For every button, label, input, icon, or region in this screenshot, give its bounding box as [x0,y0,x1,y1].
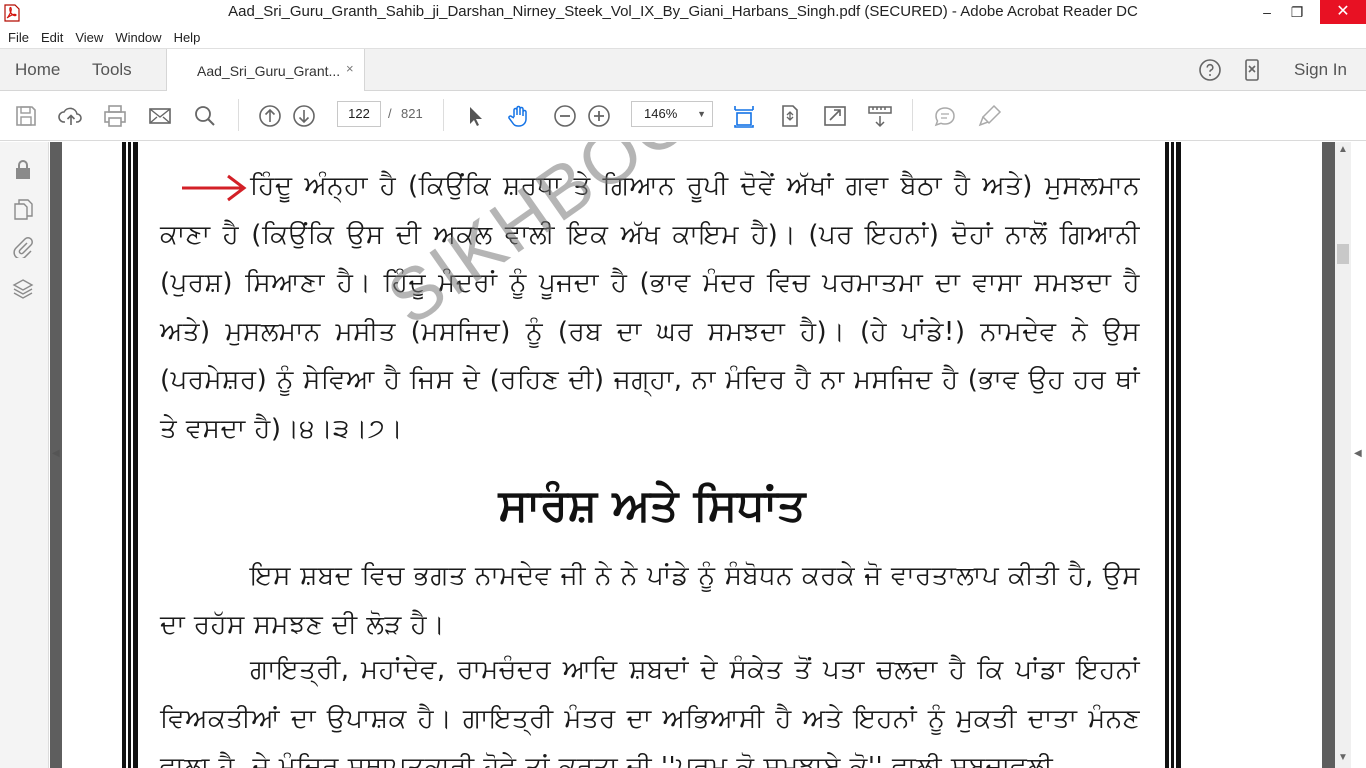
chevron-down-icon: ▼ [697,109,706,119]
lock-icon[interactable] [12,158,34,180]
paragraph-2: ਇਸ ਸ਼ਬਦ ਵਿਚ ਭਗਤ ਨਾਮਦੇਵ ਜੀ ਨੇ ਨੇ ਪਾਂਡੇ ਨੂ… [160,561,1140,640]
menu-edit[interactable]: Edit [35,30,69,45]
tab-document[interactable]: Aad_Sri_Guru_Grant... × [166,49,365,92]
full-screen-icon[interactable] [822,103,848,129]
section-heading: ਸਾਰੰਸ਼ ਅਤੇ ਸਿਧਾਂਤ [498,480,806,531]
expand-right-panel-icon[interactable]: ◀ [1354,448,1362,459]
search-icon[interactable] [192,103,218,129]
collapse-left-panel-icon[interactable]: ◀ [52,448,60,459]
next-page-icon[interactable] [291,103,317,129]
document-tab-label: Aad_Sri_Guru_Grant... [197,63,341,79]
save-icon[interactable] [13,103,39,129]
page-thumbnails-icon[interactable] [12,198,34,220]
pdf-page: ਹਿੰਦੂ ਅੰਨ੍ਹਾ ਹੈ (ਕਿਉਂਕਿ ਸ਼ਰਧਾ ਤੇ ਗਿਆਨ ਰੂ… [62,142,1322,768]
comment-icon[interactable] [932,103,958,129]
print-icon[interactable] [102,103,128,129]
upload-cloud-icon[interactable] [58,103,84,129]
minimize-button[interactable]: – [1252,0,1282,24]
tab-tools[interactable]: Tools [92,60,132,80]
document-viewer[interactable]: ਹਿੰਦੂ ਅੰਨ੍ਹਾ ਹੈ (ਕਿਉਂਕਿ ਸ਼ਰਧਾ ਤੇ ਗਿਆਨ ਰੂ… [50,142,1336,768]
email-icon[interactable] [147,103,173,129]
close-tab-icon[interactable]: × [346,61,354,76]
zoom-value: 146% [644,106,678,121]
scroll-down-icon[interactable]: ▼ [1338,752,1348,763]
menu-file[interactable]: File [2,30,35,45]
toolbar-separator [912,99,913,131]
sign-in-button[interactable]: Sign In [1294,60,1347,80]
help-icon[interactable] [1198,58,1222,82]
hand-tool-icon[interactable] [506,103,532,129]
paragraph-1: ਹਿੰਦੂ ਅੰਨ੍ਹਾ ਹੈ (ਕਿਉਂਕਿ ਸ਼ਰਧਾ ਤੇ ਗਿਆਨ ਰੂ… [160,171,1140,444]
vertical-scrollbar[interactable]: ▲ ▼ [1335,142,1351,768]
menu-bar: File Edit View Window Help [0,26,1366,48]
toolbar: 122 / 821 146% ▼ [0,91,1366,141]
window-title: Aad_Sri_Guru_Granth_Sahib_ji_Darshan_Nir… [228,3,1138,20]
close-window-button[interactable]: ✕ [1320,0,1366,24]
page-border-left [122,142,138,768]
scroll-mode-icon[interactable] [731,103,757,129]
tab-bar: Home Tools Aad_Sri_Guru_Grant... × Sign … [0,48,1366,92]
scroll-ruler-icon[interactable] [867,103,893,129]
title-bar: Aad_Sri_Guru_Granth_Sahib_ji_Darshan_Nir… [0,0,1366,26]
toolbar-separator [238,99,239,131]
page-separator: / [388,106,392,121]
zoom-out-icon[interactable] [552,103,578,129]
menu-view[interactable]: View [69,30,109,45]
paragraph-3: ਗਾਇਤ੍ਰੀ, ਮਹਾਂਦੇਵ, ਰਾਮਚੰਦਰ ਆਦਿ ਸ਼ਬਦਾਂ ਦੇ … [160,655,1140,768]
previous-page-icon[interactable] [257,103,283,129]
fit-page-icon[interactable] [777,103,803,129]
toolbar-separator [443,99,444,131]
page-border-right [1165,142,1181,768]
attachment-icon[interactable] [12,236,34,258]
page-number-input[interactable]: 122 [337,101,381,127]
tab-home[interactable]: Home [15,60,60,80]
page-total: 821 [401,106,423,121]
select-cursor-icon[interactable] [462,103,488,129]
zoom-level-dropdown[interactable]: 146% ▼ [631,101,713,127]
zoom-in-icon[interactable] [586,103,612,129]
menu-help[interactable]: Help [168,30,207,45]
right-panel: ◀ [1351,142,1366,768]
left-navigation-panel [0,142,49,768]
maximize-button[interactable]: ❐ [1282,0,1312,24]
layers-icon[interactable] [12,278,34,300]
mobile-link-icon[interactable] [1240,58,1264,82]
menu-window[interactable]: Window [109,30,167,45]
highlight-pen-icon[interactable] [977,103,1003,129]
scroll-up-icon[interactable]: ▲ [1338,144,1348,155]
scrollbar-thumb[interactable] [1337,244,1349,264]
